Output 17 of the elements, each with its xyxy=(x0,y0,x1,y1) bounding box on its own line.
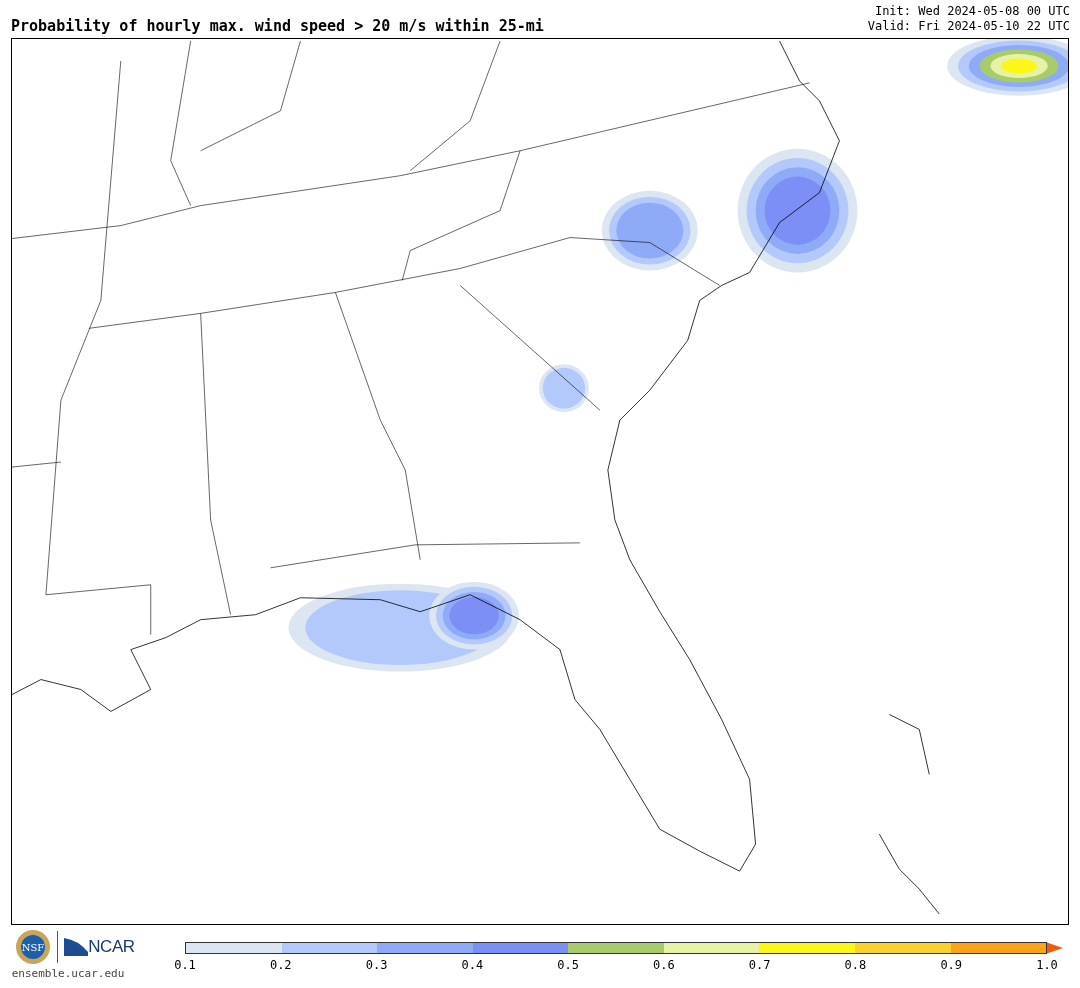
ncar-logo-icon xyxy=(64,938,89,956)
tick-label: 1.0 xyxy=(1036,959,1058,971)
tick-label: 0.3 xyxy=(365,959,388,971)
chart-title: Probability of hourly max. wind speed > 20 m/s within 25-mi xyxy=(11,19,544,34)
tick-label: 0.8 xyxy=(844,959,867,971)
tick-label: 0.9 xyxy=(940,959,963,971)
ncar-wordmark: NCAR xyxy=(88,936,135,959)
tick-label: 0.4 xyxy=(461,959,484,971)
tick-label: 0.7 xyxy=(748,959,771,971)
valid-time: Valid: Fri 2024-05-10 22 UTC xyxy=(867,19,1070,34)
site-url: ensemble.ucar.edu xyxy=(11,966,125,982)
tick-label: 0.2 xyxy=(269,959,292,971)
tick-label: 0.6 xyxy=(653,959,675,971)
seal-logo: NSF xyxy=(15,929,52,965)
tick-label: 0.1 xyxy=(174,959,196,971)
init-time: Init: Wed 2024-05-08 00 UTC xyxy=(874,4,1070,19)
tick-label: 0.5 xyxy=(557,959,579,971)
